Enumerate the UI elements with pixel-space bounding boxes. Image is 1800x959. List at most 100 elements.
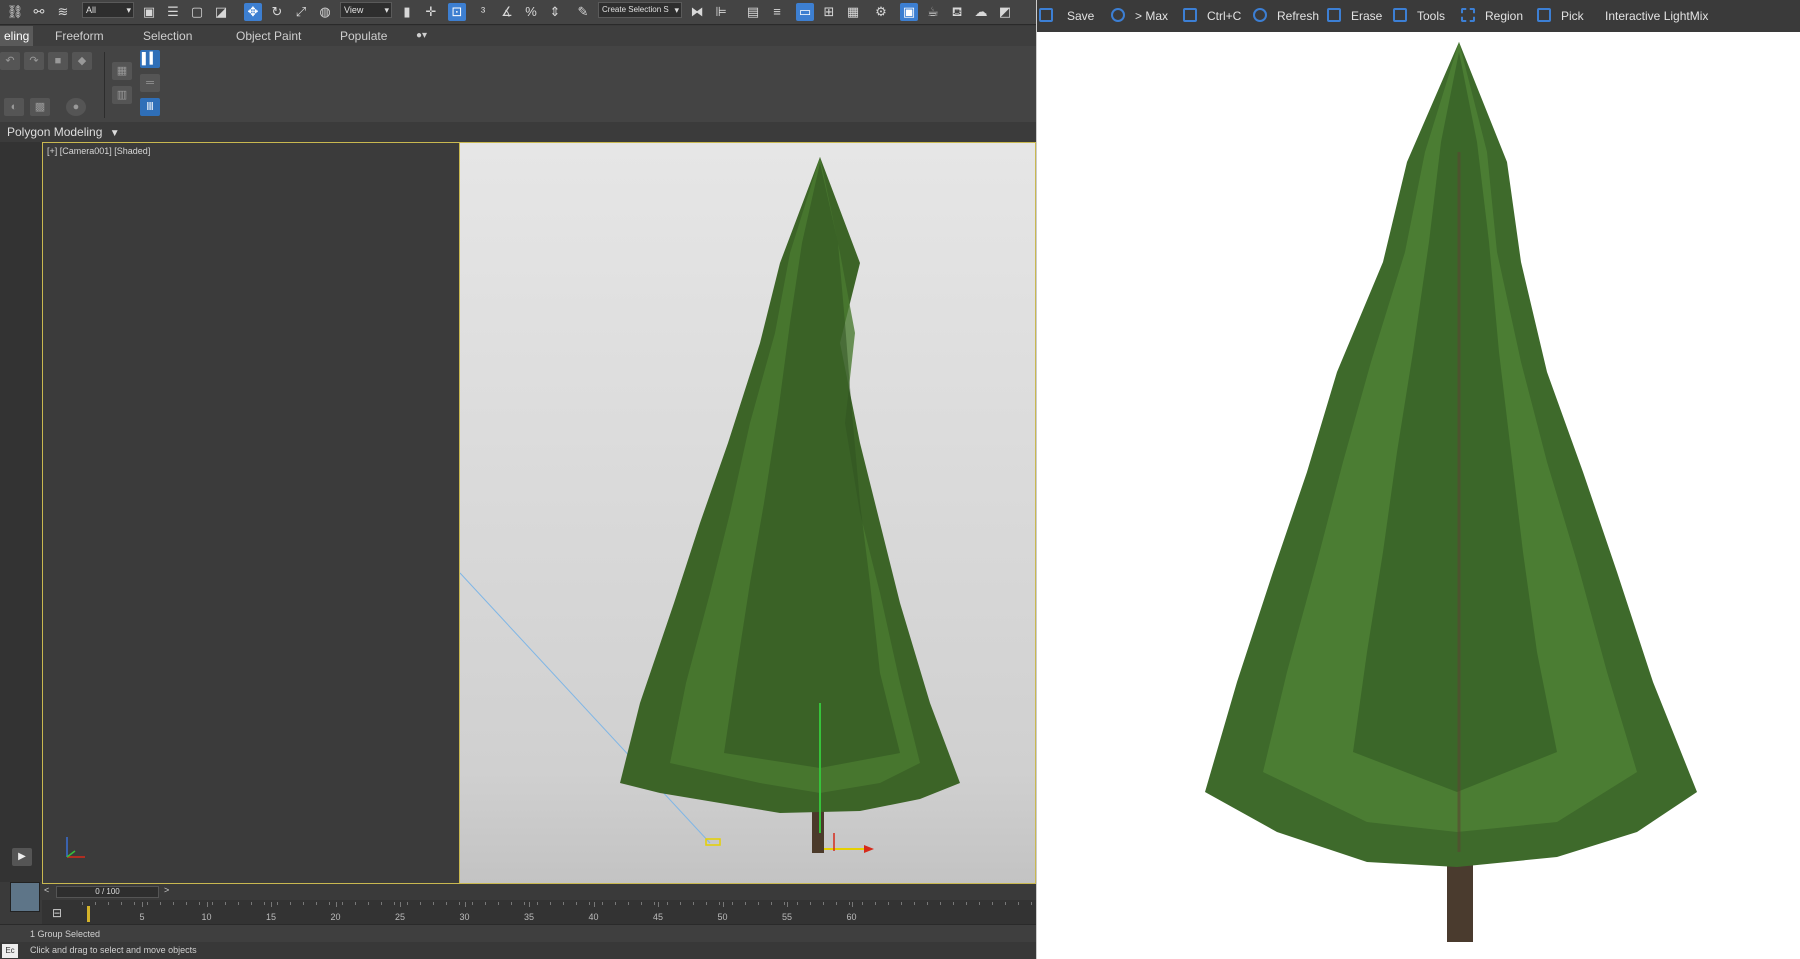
trackbar-minor-tick bbox=[836, 902, 837, 905]
viewport-label[interactable]: [+] [Camera001] [Shaded] bbox=[47, 146, 150, 156]
pick-button[interactable]: Pick bbox=[1561, 9, 1584, 23]
a360-gallery-icon[interactable]: ◩ bbox=[996, 3, 1014, 21]
curve-editor-icon[interactable]: ▭ bbox=[796, 3, 814, 21]
tools-icon[interactable] bbox=[1393, 8, 1407, 22]
render-setup-icon[interactable]: ⚙ bbox=[872, 3, 890, 21]
edit-named-sets-icon[interactable]: ✎ bbox=[574, 3, 592, 21]
trackbar-minor-tick bbox=[810, 902, 811, 905]
time-slider[interactable]: 0 / 100 bbox=[56, 886, 159, 898]
viewport-tree[interactable] bbox=[460, 143, 1035, 883]
select-move-icon[interactable]: ✥ bbox=[244, 3, 262, 21]
camera-viewport[interactable]: [+] [Camera001] [Shaded] bbox=[42, 142, 1036, 884]
layer-explorer-icon[interactable]: ▤ bbox=[744, 3, 762, 21]
trackbar-minor-tick bbox=[173, 902, 174, 905]
to-max-button[interactable]: > Max bbox=[1135, 9, 1168, 23]
pick-icon[interactable] bbox=[1537, 8, 1551, 22]
tools-button[interactable]: Tools bbox=[1417, 9, 1445, 23]
redo-icon[interactable]: ↷ bbox=[24, 52, 44, 70]
axis-tripod-icon bbox=[66, 837, 85, 858]
trackbar-minor-tick bbox=[953, 902, 954, 905]
trackbar-minor-tick bbox=[199, 902, 200, 905]
trackbar-minor-tick bbox=[1018, 902, 1019, 905]
save-icon[interactable] bbox=[1039, 8, 1053, 22]
trackbar-minor-tick bbox=[485, 902, 486, 905]
next-frame-icon[interactable]: > bbox=[164, 885, 169, 895]
edge-icon[interactable]: ▥ bbox=[112, 86, 132, 104]
tab-object-paint[interactable]: Object Paint bbox=[236, 26, 301, 46]
keyboard-shortcut-override-icon[interactable]: ⊡ bbox=[448, 3, 466, 21]
material-editor-icon[interactable]: ▦ bbox=[844, 3, 862, 21]
transform-gizmo-icon[interactable]: ✛ bbox=[422, 3, 440, 21]
refresh-icon[interactable] bbox=[1253, 8, 1267, 22]
tab-freeform[interactable]: Freeform bbox=[55, 26, 104, 46]
chevron-down-icon: ▼ bbox=[109, 128, 120, 139]
select-by-name-icon[interactable]: ☰ bbox=[164, 3, 182, 21]
spinner-snap-icon[interactable]: ⇕ bbox=[546, 3, 564, 21]
pivot-point-icon[interactable]: ▮ bbox=[398, 3, 416, 21]
rendered-tree bbox=[1205, 42, 1697, 942]
tab-populate[interactable]: Populate bbox=[340, 26, 387, 46]
auto-key-button[interactable] bbox=[10, 882, 40, 912]
window-crossing-icon[interactable]: ◪ bbox=[212, 3, 230, 21]
ribbon-options-icon[interactable]: ●▾ bbox=[416, 26, 427, 46]
mirror-icon[interactable]: ⧓ bbox=[688, 3, 706, 21]
poly-icon[interactable]: ▩ bbox=[30, 98, 50, 116]
erase-button[interactable]: Erase bbox=[1351, 9, 1382, 23]
left-side-strip bbox=[0, 142, 42, 882]
collapse-icon[interactable]: ═ bbox=[140, 74, 160, 92]
undo-icon[interactable]: ↶ bbox=[0, 52, 20, 70]
sphere-icon[interactable]: ◐ bbox=[4, 98, 24, 116]
tab-selection[interactable]: Selection bbox=[143, 26, 192, 46]
reference-coord-dropdown[interactable]: View bbox=[340, 2, 392, 18]
copy-button[interactable]: Ctrl+C bbox=[1207, 9, 1241, 23]
render-canvas[interactable] bbox=[1037, 32, 1800, 959]
render-in-cloud-icon[interactable]: ☁ bbox=[972, 3, 990, 21]
select-scale-icon[interactable]: ⤢ bbox=[292, 3, 310, 21]
refresh-button[interactable]: Refresh bbox=[1277, 9, 1319, 23]
rect-selection-icon[interactable]: ▢ bbox=[188, 3, 206, 21]
unlink-icon[interactable]: ⚯ bbox=[30, 3, 48, 21]
to-max-icon[interactable] bbox=[1111, 8, 1125, 22]
percent-snap-icon[interactable]: % bbox=[522, 3, 540, 21]
placement-icon[interactable]: ◍ bbox=[316, 3, 334, 21]
current-frame-marker[interactable] bbox=[87, 906, 90, 922]
mini-curve-editor-icon[interactable]: ⊟ bbox=[52, 906, 62, 920]
erase-icon[interactable] bbox=[1327, 8, 1341, 22]
named-selection-dropdown[interactable]: Create Selection S bbox=[598, 2, 682, 18]
snap-toggle-icon[interactable]: ³ bbox=[474, 3, 492, 21]
trackbar-minor-tick bbox=[758, 902, 759, 905]
trackbar-minor-tick bbox=[732, 902, 733, 905]
save-button[interactable]: Save bbox=[1067, 9, 1094, 23]
tab-modeling[interactable]: eling bbox=[0, 26, 34, 46]
circle-icon[interactable]: ● bbox=[66, 98, 86, 116]
angle-snap-icon[interactable]: ∡ bbox=[498, 3, 516, 21]
schematic-view-icon[interactable]: ⊞ bbox=[820, 3, 838, 21]
bind-spacewarp-icon[interactable]: ≋ bbox=[54, 3, 72, 21]
trackbar-minor-tick bbox=[576, 902, 577, 905]
render-production-icon[interactable]: ☕ bbox=[924, 3, 942, 21]
cube-icon[interactable]: ◆ bbox=[72, 52, 92, 70]
trackbar[interactable]: 5 10 15 20 25 30 35 40 45 50 55 60 bbox=[42, 900, 1036, 924]
link-icon[interactable]: ⛓ bbox=[6, 3, 24, 21]
selection-filter-dropdown[interactable]: All bbox=[82, 2, 134, 18]
prev-frame-icon[interactable]: < bbox=[44, 885, 49, 895]
region-icon[interactable] bbox=[1461, 8, 1475, 22]
scene-explorer-icon[interactable]: ≡ bbox=[768, 3, 786, 21]
render-iterative-icon[interactable]: ⛾ bbox=[948, 3, 966, 21]
maxscript-listener[interactable]: Ec bbox=[2, 944, 18, 958]
region-button[interactable]: Region bbox=[1485, 9, 1523, 23]
stack-icon[interactable]: ■ bbox=[48, 52, 68, 70]
rendered-frame-icon[interactable]: ▣ bbox=[900, 3, 918, 21]
trackbar-minor-tick bbox=[329, 902, 330, 905]
polygon-modeling-label[interactable]: Polygon Modeling ▼ bbox=[0, 122, 1036, 142]
edit-poly-mode-icon[interactable]: ▌▍ bbox=[140, 50, 160, 68]
interactive-lightmix-button[interactable]: Interactive LightMix bbox=[1605, 9, 1708, 23]
select-object-icon[interactable]: ▣ bbox=[140, 3, 158, 21]
copy-icon[interactable] bbox=[1183, 8, 1197, 22]
trackbar-minor-tick bbox=[550, 902, 551, 905]
select-rotate-icon[interactable]: ↻ bbox=[268, 3, 286, 21]
play-icon[interactable]: ▶ bbox=[12, 848, 32, 866]
modify-panel-icon[interactable]: Ⅲ bbox=[140, 98, 160, 116]
vertex-icon[interactable]: ▦ bbox=[112, 62, 132, 80]
align-icon[interactable]: ⊫ bbox=[712, 3, 730, 21]
